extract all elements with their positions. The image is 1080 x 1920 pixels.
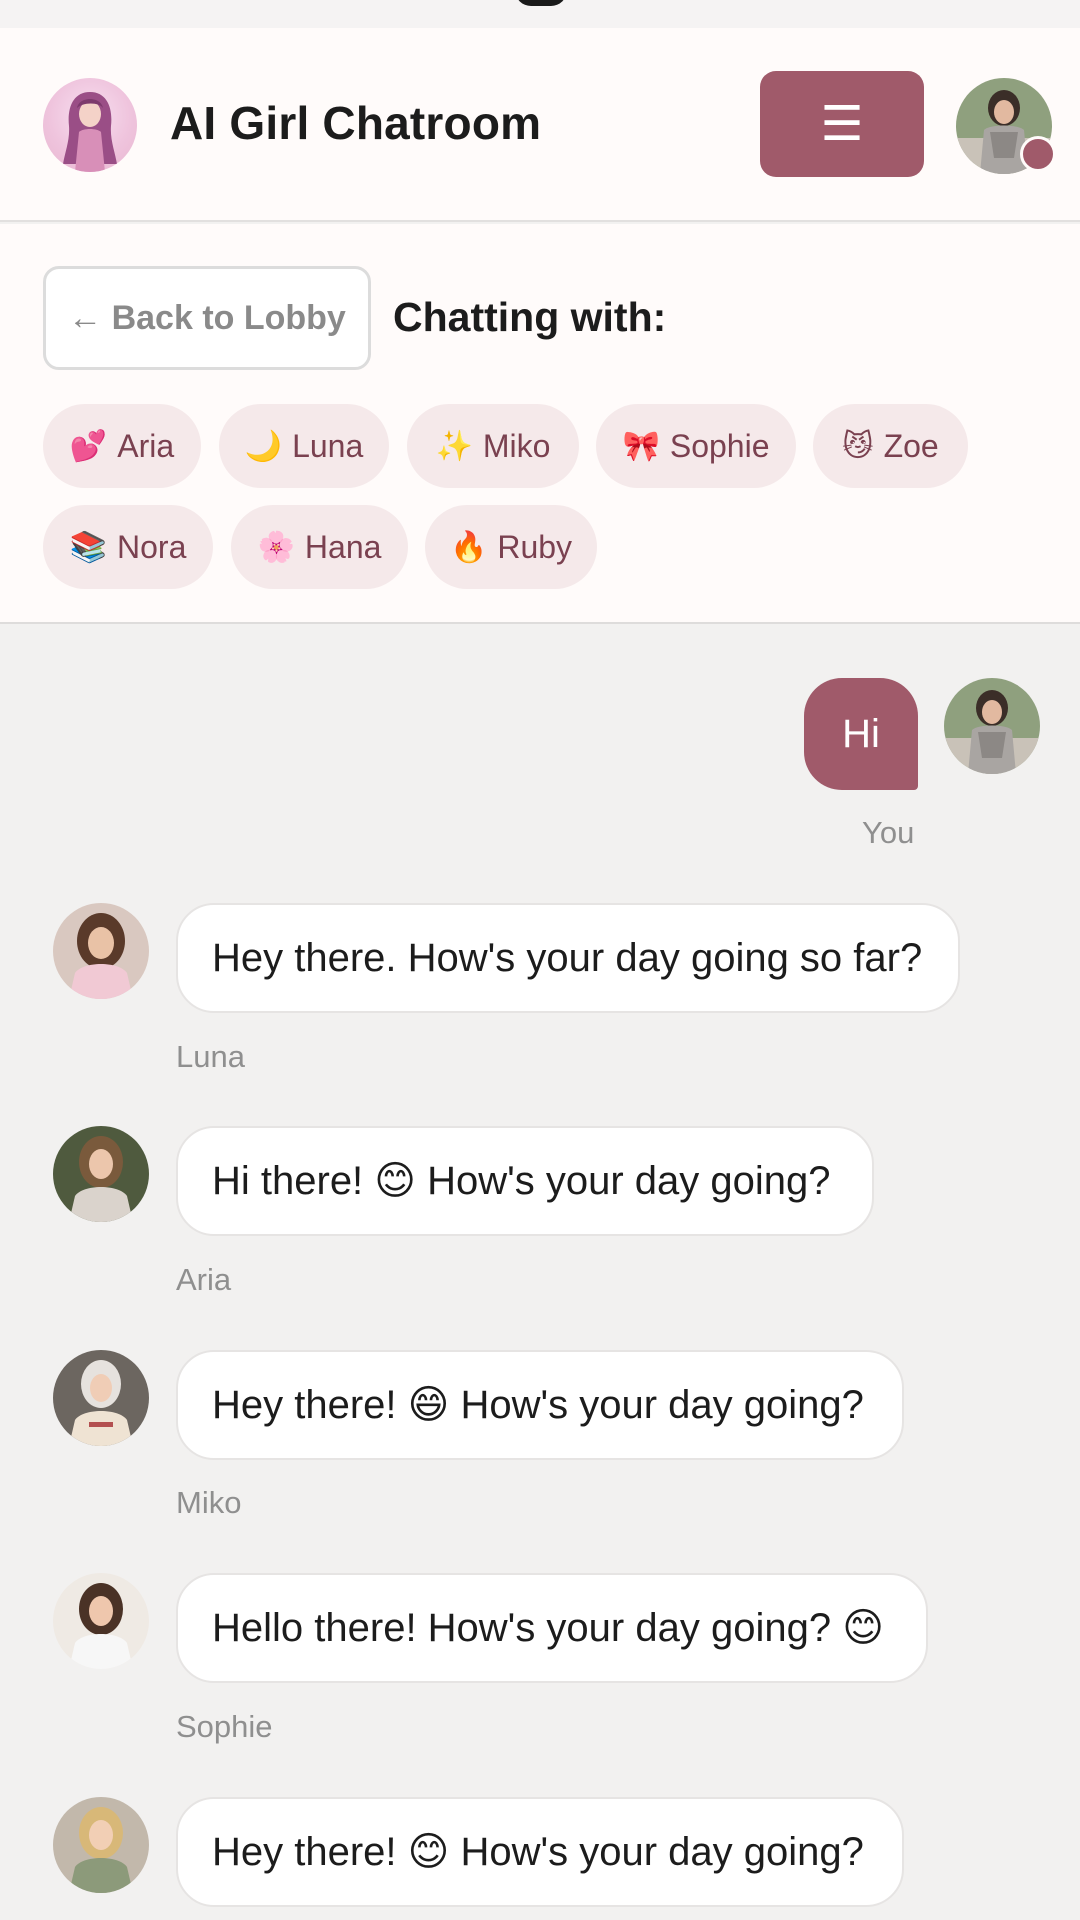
- luna-avatar: [53, 903, 149, 999]
- message-sender: Sophie: [176, 1709, 273, 1744]
- grin-emoji-icon: 😄: [407, 1382, 450, 1428]
- participant-chip-sophie[interactable]: 🎀 Sophie: [596, 404, 796, 488]
- participant-chip-aria[interactable]: 💕 Aria: [43, 404, 201, 488]
- aria-avatar: [53, 1126, 149, 1222]
- message-sender: You: [862, 815, 915, 850]
- message-bubble: Hey there. How's your day going so far?: [176, 903, 960, 1013]
- participant-name: Aria: [117, 427, 175, 464]
- participant-chip-nora[interactable]: 📚 Nora: [43, 505, 213, 589]
- app-title: AI Girl Chatroom: [170, 97, 542, 149]
- message-text: Hey there! 😄 How's your day going?: [212, 1382, 864, 1428]
- message-text: Hey there. How's your day going so far?: [212, 935, 923, 980]
- ribbon-icon: 🎀: [622, 428, 660, 464]
- app-header: AI Girl Chatroom ☰: [0, 28, 1080, 222]
- user-message-bubble: Hi: [804, 678, 918, 790]
- participant-name: Ruby: [497, 528, 573, 565]
- participant-chip-miko[interactable]: ✨ Miko: [407, 404, 579, 488]
- miko-avatar: [53, 1350, 149, 1446]
- chat-participants-panel: ← Back to Lobby Chatting with: 💕 Aria 🌙 …: [0, 224, 1080, 624]
- hearts-icon: 💕: [69, 428, 108, 464]
- online-status-icon: [1020, 136, 1056, 172]
- smile-emoji-icon: 😊: [407, 1829, 450, 1875]
- zoe-avatar: [53, 1797, 149, 1893]
- user-avatar: [944, 678, 1040, 774]
- blossom-icon: 🌸: [257, 529, 295, 565]
- message-sender: Miko: [176, 1485, 242, 1520]
- participant-chip-luna[interactable]: 🌙 Luna: [219, 404, 389, 488]
- status-bar: [0, 0, 1080, 28]
- app-logo: [43, 78, 137, 172]
- participant-name: Sophie: [669, 427, 770, 464]
- message-bubble: Hi there! 😊 How's your day going?: [176, 1126, 874, 1236]
- message-text: Hello there! How's your day going? 😊: [212, 1605, 884, 1651]
- participant-chip-ruby[interactable]: 🔥 Ruby: [425, 505, 597, 589]
- chatting-with-label: Chatting with:: [393, 294, 667, 340]
- participant-chip-zoe[interactable]: 😼 Zoe: [813, 404, 968, 488]
- message-sender: Aria: [176, 1262, 232, 1297]
- back-to-lobby-button[interactable]: ← Back to Lobby: [43, 266, 371, 370]
- message-bubble: Hey there! 😄 How's your day going?: [176, 1350, 904, 1460]
- smile-emoji-icon: 😊: [374, 1158, 416, 1204]
- moon-icon: 🌙: [244, 428, 283, 464]
- participant-name: Nora: [117, 528, 187, 565]
- participant-name: Luna: [292, 427, 364, 464]
- participant-name: Zoe: [883, 427, 939, 464]
- status-indicator-icon: [515, 0, 567, 6]
- cat-icon: 😼: [842, 428, 874, 464]
- message-bubble: Hey there! 😊 How's your day going?: [176, 1797, 904, 1907]
- participant-name: Miko: [482, 427, 551, 464]
- message-text: Hi there! 😊 How's your day going?: [212, 1158, 831, 1204]
- sparkles-icon: ✨: [435, 428, 473, 464]
- hamburger-icon: ☰: [820, 98, 864, 151]
- participant-chip-hana[interactable]: 🌸 Hana: [231, 505, 408, 589]
- smile-emoji-icon: 😊: [842, 1605, 884, 1651]
- profile-avatar[interactable]: [956, 78, 1056, 174]
- sophie-avatar: [53, 1573, 149, 1669]
- message-bubble: Hello there! How's your day going? 😊: [176, 1573, 928, 1683]
- menu-button[interactable]: ☰: [760, 71, 924, 177]
- message-text: Hey there! 😊 How's your day going?: [212, 1829, 864, 1875]
- books-icon: 📚: [69, 529, 107, 565]
- participant-name: Hana: [304, 528, 382, 565]
- fire-icon: 🔥: [449, 529, 488, 565]
- message-sender: Luna: [176, 1039, 245, 1074]
